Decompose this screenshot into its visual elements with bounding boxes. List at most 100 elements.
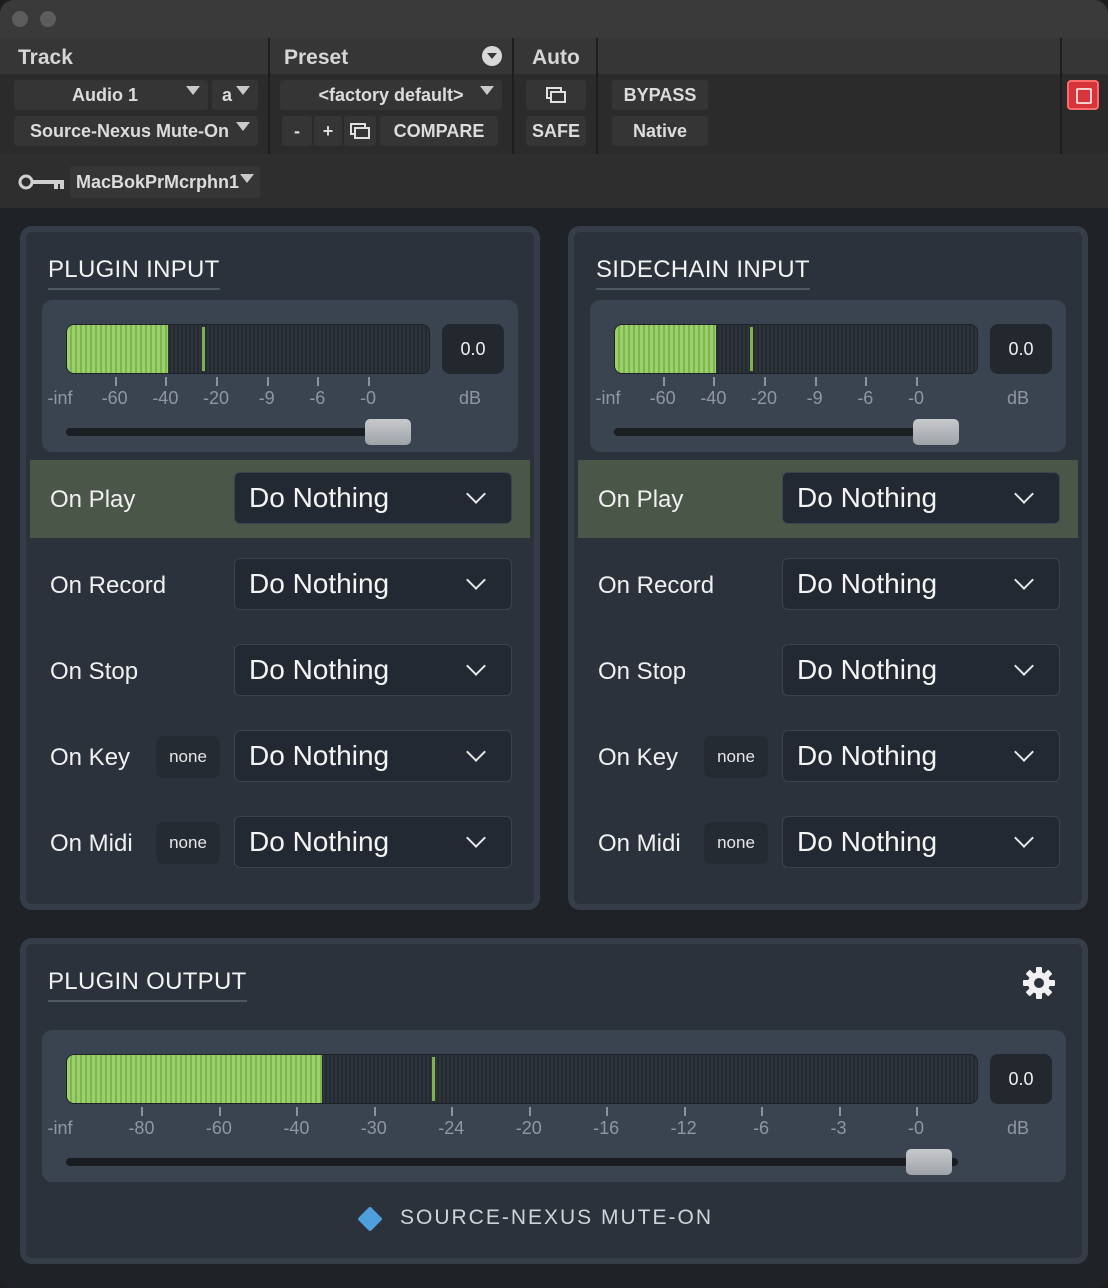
divider: [268, 38, 270, 154]
plugin-output-scale-tick: [218, 1107, 221, 1116]
plugin-input-on-play-action-value: Do Nothing: [249, 482, 390, 513]
minimize-window-button[interactable]: [40, 11, 56, 27]
plugin-input-on-key-assign-button[interactable]: none: [156, 736, 220, 778]
chevron-down-icon: [1014, 656, 1034, 676]
sidechain-input-on-play-label: On Play: [598, 486, 684, 513]
sidechain-input-gain-slider[interactable]: [614, 428, 958, 436]
plugin-input-on-record-action-select[interactable]: Do Nothing: [234, 558, 512, 610]
sidechain-input-on-record-action-select[interactable]: Do Nothing: [782, 558, 1060, 610]
sidechain-input-scale-label: -0: [907, 388, 924, 408]
plugin-output-scale-tick: [606, 1107, 609, 1116]
sidechain-input-scale-label: -inf: [595, 388, 621, 408]
plugin-output-scale-label: -20: [515, 1118, 542, 1138]
preset-header: Preset: [270, 38, 512, 74]
plugin-output-scale-label: -3: [830, 1118, 847, 1138]
track-select[interactable]: Audio 1: [14, 80, 208, 110]
plugin-input-gain-slider[interactable]: [66, 428, 410, 436]
plugin-input-scale-label: -60: [101, 388, 128, 408]
auto-header: Auto: [514, 38, 596, 74]
track-name: Audio 1: [72, 85, 138, 105]
plugin-input-scale-tick: [216, 377, 218, 386]
plugin-output-gain-slider[interactable]: [66, 1158, 958, 1166]
title-bar: [0, 0, 1108, 38]
sidechain-input-on-stop-label: On Stop: [598, 658, 687, 685]
track-variant-select[interactable]: a: [212, 80, 258, 110]
plugin-output-scale-tick: [683, 1107, 686, 1116]
sidechain-input-on-stop-action-select[interactable]: Do Nothing: [782, 644, 1060, 696]
plugin-input-meter-peak: [202, 327, 205, 371]
sidechain-input-meter-fill: [615, 325, 717, 373]
sidechain-input-scale-tick: [662, 377, 665, 386]
plugin-output-scale-label: -60: [205, 1118, 232, 1138]
divider: [596, 38, 598, 154]
chevron-down-icon: [466, 484, 486, 504]
preset-plus-button[interactable]: +: [314, 116, 342, 146]
sidechain-input-scale-tick: [916, 377, 918, 386]
header-spacer: [598, 38, 1060, 74]
close-window-button[interactable]: [12, 11, 28, 27]
sidechain-input-scale-label: -9: [806, 388, 823, 408]
plugin-input-scale-tick: [266, 377, 269, 386]
sidechain-input-on-key-assign-button[interactable]: none: [704, 736, 768, 778]
sidechain-input-on-midi-label: On Midi: [598, 830, 681, 857]
sidechain-input-on-play-action-select[interactable]: Do Nothing: [782, 472, 1060, 524]
sidechain-input-title: SIDECHAIN INPUT: [596, 256, 810, 290]
sidechain-input-on-key-action-select[interactable]: Do Nothing: [782, 730, 1060, 782]
plugin-input-gain-slider-thumb[interactable]: [365, 419, 411, 445]
plugin-input-meter: [66, 324, 430, 374]
plugin-select[interactable]: Source-Nexus Mute-On: [14, 116, 258, 146]
plugin-input-on-midi-action-select[interactable]: Do Nothing: [234, 816, 512, 868]
plugin-output-scale-tick: [761, 1107, 764, 1116]
sidechain-input-on-play-action-value: Do Nothing: [797, 482, 938, 513]
plugin-output-scale-tick: [528, 1107, 531, 1116]
plugin-output-scale-label: -40: [283, 1118, 310, 1138]
sidechain-input-on-midi-action-select[interactable]: Do Nothing: [782, 816, 1060, 868]
sidechain-input-scale-tick: [865, 377, 868, 386]
preset-name: <factory default>: [318, 85, 464, 105]
plugin-input-on-key-action-select[interactable]: Do Nothing: [234, 730, 512, 782]
sidechain-input-meter-peak: [750, 327, 753, 371]
native-button[interactable]: Native: [612, 116, 708, 146]
plugin-output-scale-tick: [141, 1107, 144, 1116]
chevron-down-icon: [1014, 828, 1034, 848]
plugin-window: Track Preset Auto Audio 1 a <factory def…: [0, 0, 1108, 1288]
window-icon: [546, 87, 566, 103]
compare-button[interactable]: COMPARE: [380, 116, 498, 146]
preset-menu-icon[interactable]: [482, 46, 502, 66]
target-button[interactable]: [1067, 80, 1099, 110]
plugin-output-meter: [66, 1054, 978, 1104]
plugin-output-gain-slider-thumb[interactable]: [906, 1149, 952, 1175]
sidechain-input-on-stop-action-value: Do Nothing: [797, 654, 938, 685]
sidechain-input-meter-value: 0.0: [990, 324, 1052, 374]
plugin-input-on-midi-label: On Midi: [50, 830, 133, 857]
sidechain-input-on-key-label: On Key: [598, 744, 679, 771]
sidechain-input-on-midi-assign-button[interactable]: none: [704, 822, 768, 864]
sidechain-input-meter: [614, 324, 978, 374]
plugin-name: Source-Nexus Mute-On: [30, 121, 230, 141]
plugin-input-on-play-action-select[interactable]: Do Nothing: [234, 472, 512, 524]
plugin-input-on-stop-action-select[interactable]: Do Nothing: [234, 644, 512, 696]
sidechain-input-gain-slider-thumb[interactable]: [913, 419, 959, 445]
bypass-button[interactable]: BYPASS: [612, 80, 708, 110]
plugin-input-on-record-label: On Record: [50, 572, 167, 599]
sidechain-source-select[interactable]: MacBokPrMcrphn1: [70, 166, 260, 198]
plugin-input-scale-label: -0: [359, 388, 376, 408]
track-header: Track: [0, 38, 268, 74]
plugin-input-scale-label: -20: [202, 388, 229, 408]
sidechain-input-on-key-action-value: Do Nothing: [797, 740, 938, 771]
plugin-input-on-midi-assign-button[interactable]: none: [156, 822, 220, 864]
plugin-input-scale-tick: [114, 377, 117, 386]
preset-select[interactable]: <factory default>: [280, 80, 502, 110]
plugin-input-scale-label: -inf: [47, 388, 73, 408]
preset-minus-button[interactable]: -: [282, 116, 312, 146]
safe-button[interactable]: SAFE: [526, 116, 586, 146]
preset-library-button[interactable]: [344, 116, 376, 146]
plugin-output-scale-tick: [373, 1107, 376, 1116]
plugin-output-scale-label: -6: [753, 1118, 770, 1138]
sidechain-input-scale-tick: [713, 377, 716, 386]
divider: [1060, 38, 1062, 154]
sidechain-input-scale-label: -20: [750, 388, 777, 408]
plugin-input-scale-tick: [317, 377, 320, 386]
auto-window-button[interactable]: [526, 80, 586, 110]
gear-icon[interactable]: [1022, 966, 1056, 1000]
